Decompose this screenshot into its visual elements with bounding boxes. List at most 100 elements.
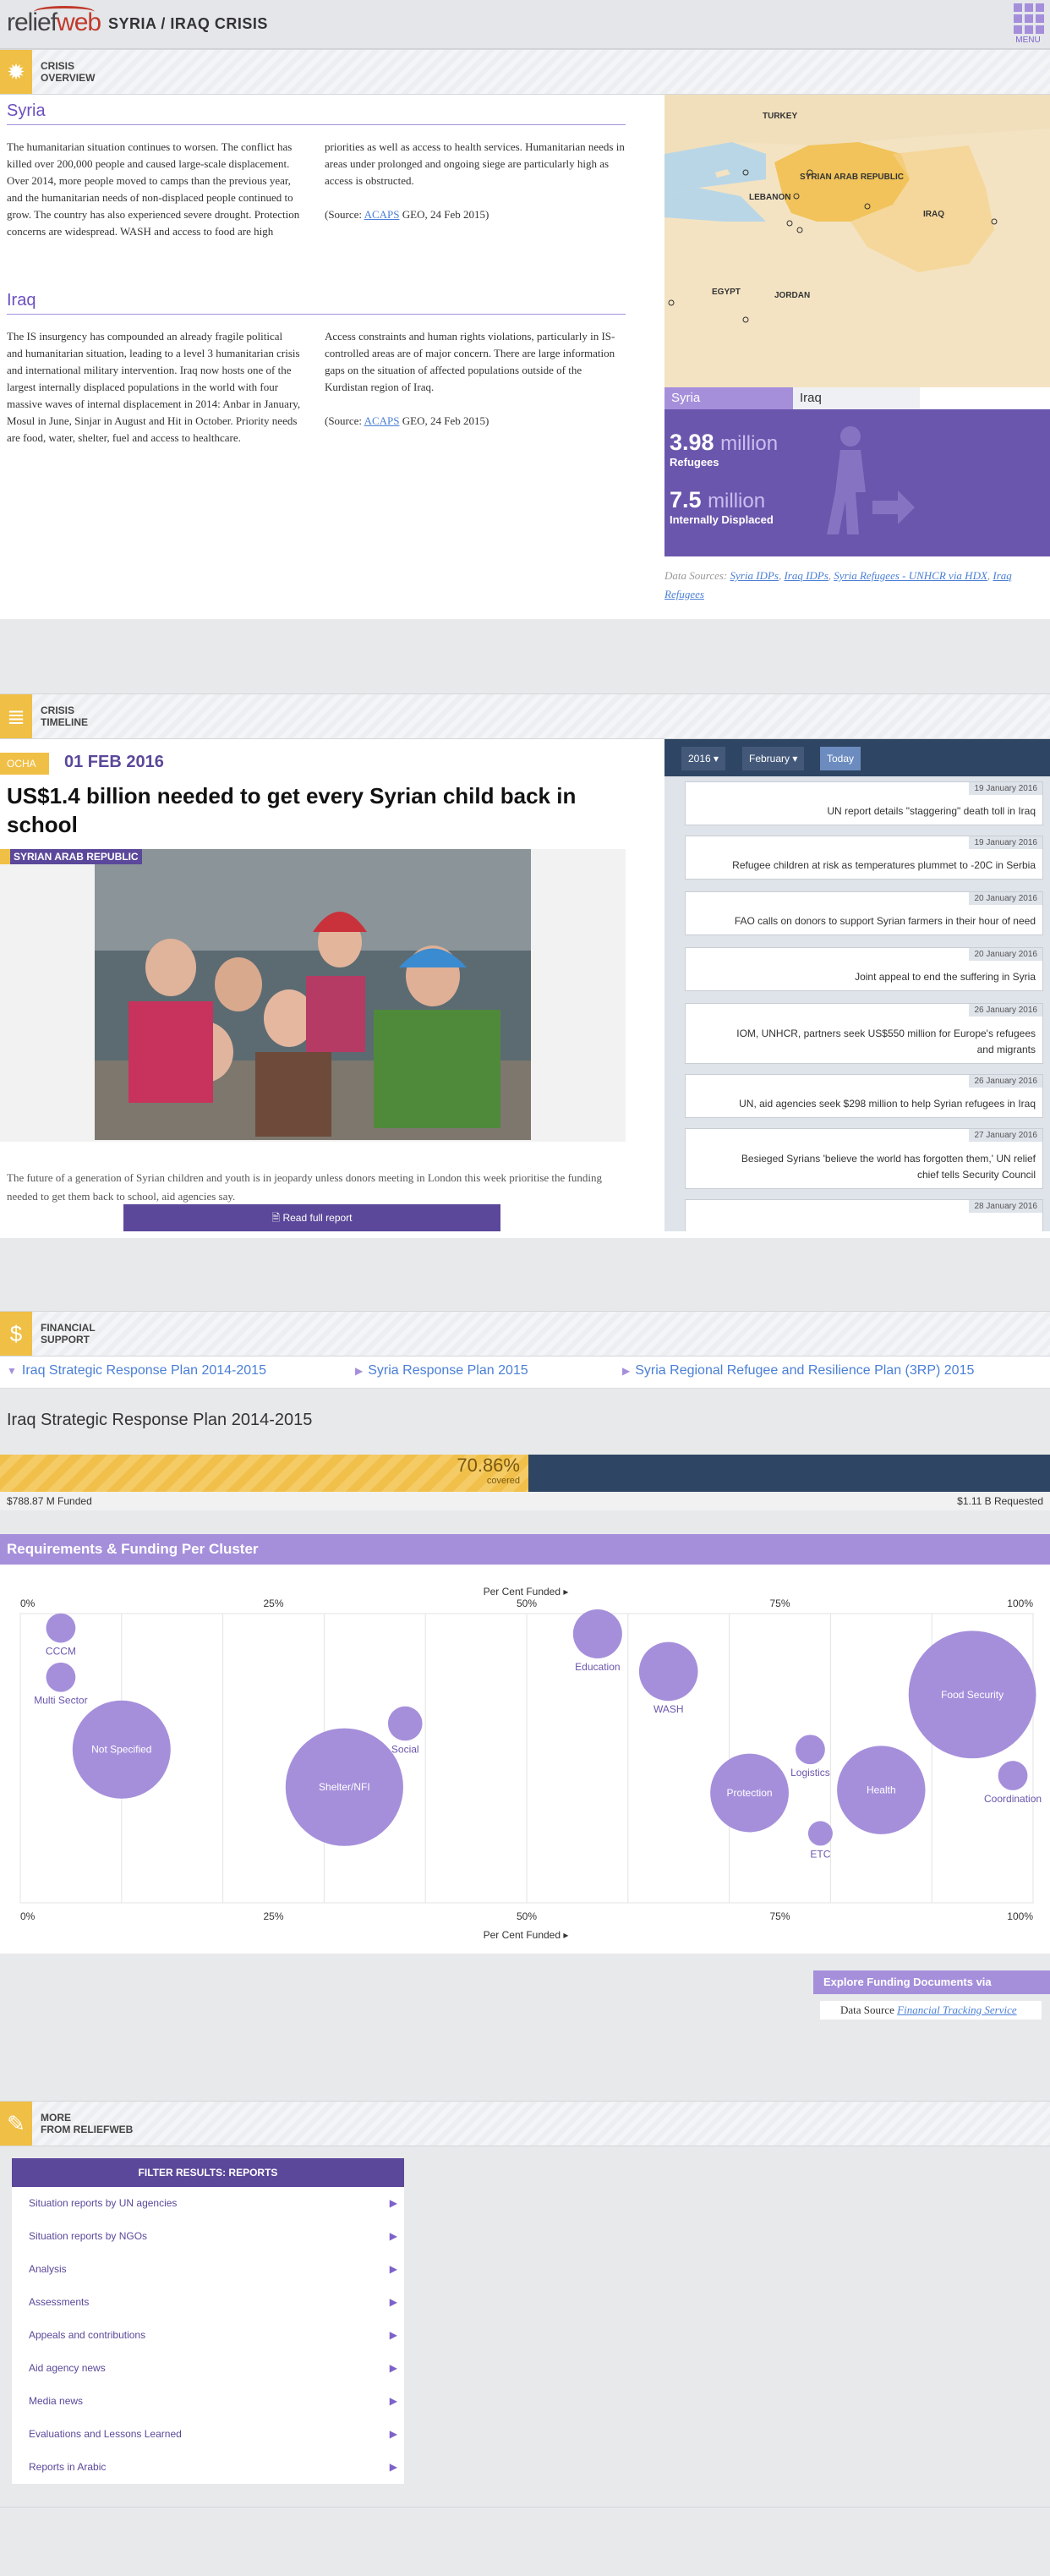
children-photo[interactable] [95,849,531,1140]
filter-item[interactable]: Appeals and contributions ▶ [12,2319,404,2352]
filter-item[interactable]: Analysis ▶ [12,2253,404,2286]
tab-iraq-srp[interactable]: ▼ Iraq Strategic Response Plan 2014-2015 [7,1363,266,1378]
requested-amount: $1.11 B Requested [957,1495,1043,1507]
list-icon: ≣ [0,694,32,738]
timeline-item[interactable]: 20 January 2016 FAO calls on donors to su… [685,891,1043,935]
iraq-heading: Iraq [7,291,626,315]
bubble-label: Protection [727,1787,773,1799]
photo-graphic [95,849,531,1140]
iraq-acaps-link[interactable]: ACAPS [364,414,400,427]
region-map[interactable]: TURKEY SYRIAN ARAB REPUBLIC LEBANON IRAQ… [664,95,1050,387]
tab-iraq[interactable]: Iraq [793,387,920,409]
cluster-bubble-chart: Per Cent Funded ▸ Per Cent Funded ▸ 0% 0% 25… [0,1565,1050,1954]
funding-labels: $788.87 M Funded $1.11 B Requested [0,1492,1050,1510]
x-tick-label-top: 75% [769,1598,790,1609]
bubble-label: Logistics [790,1767,830,1779]
map-graphic [664,95,1050,387]
bubble-wash [638,1642,698,1702]
bubble-label: Education [575,1661,620,1673]
timeline-item[interactable]: 19 January 2016 Refugee children at risk … [685,836,1043,880]
timeline-item[interactable]: 28 January 2016 [685,1199,1043,1231]
bubble-label: Shelter/NFI [319,1781,370,1793]
map-label-syria: SYRIAN ARAB REPUBLIC [800,173,904,182]
syria-heading: Syria [7,101,626,125]
syria-text-col2: priorities as well as access to health s… [325,140,625,221]
timeline-item[interactable]: 19 January 2016 UN report details "stagge… [685,781,1043,825]
filter-item[interactable]: Situation reports by NGOs ▶ [12,2220,404,2253]
data-sources: Data Sources: Syria IDPs, Iraq IDPs, Syr… [664,569,1012,600]
timeline-controls: 2016 ▾ February ▾ Today [664,739,1050,776]
source-syria-idps[interactable]: Syria IDPs [730,569,779,582]
filter-item[interactable]: Media news ▶ [12,2385,404,2418]
arrow-right-icon: ▶ [389,2461,397,2473]
explore-funding-button[interactable]: Explore Funding Documents via ReliefWeb [813,1970,1050,2012]
site-title[interactable]: SYRIA / IRAQ CRISIS [108,15,268,33]
x-tick-label-top: 25% [263,1598,283,1609]
source-syria-refugees[interactable]: Syria Refugees - UNHCR via HDX [834,569,987,582]
filter-item[interactable]: Assessments ▶ [12,2286,404,2319]
month-select[interactable]: February ▾ [742,747,805,770]
reliefweb-logo[interactable]: reliefweb [7,8,101,37]
timeline-list[interactable]: 2016 ▾ February ▾ Today 19 January 2016 U… [664,739,1050,1231]
fts-link[interactable]: Financial Tracking Service [897,2003,1017,2016]
refugees-stat: 3.98 million Refugees [670,430,779,469]
timeline-item[interactable]: 26 January 2016 UN, aid agencies seek $29… [685,1074,1043,1118]
x-tick-label-bottom: 25% [263,1910,283,1922]
bubble-label: CCCM [46,1646,76,1658]
x-tick-label-bottom: 75% [769,1910,790,1922]
x-tick-label-top: 50% [517,1598,537,1609]
syria-overview: Syria [7,101,626,125]
syria-acaps-link[interactable]: ACAPS [364,208,400,221]
x-tick-label-bottom: 0% [20,1910,36,1922]
timeline-date: 01 FEB 2016 [64,753,164,771]
bubble-education [572,1609,622,1658]
tab-syria-rp[interactable]: ▶ Syria Response Plan 2015 [355,1363,528,1378]
timeline-headline[interactable]: US$1.4 billion needed to get every Syria… [7,781,599,839]
sun-icon: ✹ [0,50,32,94]
document-icon: 🗎 [271,1212,281,1224]
overview-section-header: ✹ CRISIS OVERVIEW [0,49,1050,95]
funded-amount: $788.87 M Funded [7,1495,92,1507]
bubble-label: WASH [654,1703,684,1715]
arrow-right-icon: ▶ [389,2329,397,2341]
bubble-label: Multi Sector [34,1695,87,1707]
x-tick-label-bottom: 100% [1007,1910,1033,1922]
financial-section-title: FINANCIAL SUPPORT [41,1322,96,1346]
arrow-right-icon: ▶ [389,2197,397,2209]
plan-title: Iraq Strategic Response Plan 2014-2015 [7,1411,313,1429]
logo-relief: relief [7,8,57,36]
map-label-egypt: EGYPT [712,288,741,297]
filter-item[interactable]: Evaluations and Lessons Learned ▶ [12,2418,404,2451]
timeline-item[interactable]: 20 January 2016 Joint appeal to end the s… [685,947,1043,991]
filter-item[interactable]: Reports in Arabic ▶ [12,2451,404,2484]
plan-tabs: ▼ Iraq Strategic Response Plan 2014-2015 … [0,1357,1050,1389]
menu-button[interactable]: MENU [1011,3,1045,46]
bubble-label: Health [867,1784,896,1796]
bubble-label: ETC [810,1848,830,1860]
bubble-label: Coordination [984,1793,1042,1805]
bubble-label: Social [391,1743,419,1755]
bubble-coordination [998,1761,1028,1790]
pencil-document-icon: ✎ [0,2102,32,2146]
filter-item[interactable]: Situation reports by UN agencies ▶ [12,2187,404,2220]
country-tag[interactable]: SYRIAN ARAB REPUBLIC [0,849,142,864]
source-tag: OCHA [0,753,49,775]
menu-grid-icon [1014,3,1045,34]
year-select[interactable]: 2016 ▾ [681,747,726,770]
timeline-item[interactable]: 26 January 2016 IOM, UNHCR, partners seek… [685,1003,1043,1064]
timeline-section-header: ≣ CRISIS TIMELINE [0,693,1050,739]
map-label-iraq: IRAQ [923,210,944,219]
iraq-overview: Iraq [7,291,626,315]
today-button[interactable]: Today [820,747,861,770]
arrow-right-icon: ▶ [389,2362,397,2374]
source-iraq-idps[interactable]: Iraq IDPs [784,569,828,582]
filter-item[interactable]: Aid agency news ▶ [12,2352,404,2385]
tab-syria-3rp[interactable]: ▶ Syria Regional Refugee and Resilience P… [622,1363,974,1378]
read-full-report-button[interactable]: 🗎 Read full report [123,1204,500,1231]
bubble-multi-sector [46,1662,76,1692]
tab-syria[interactable]: Syria [664,387,793,409]
arrow-right-icon: ▶ [389,2428,397,2440]
bubble-chart-svg: Per Cent Funded ▸ Per Cent Funded ▸ 0% 0% 25… [19,1586,1042,1941]
x-tick-label-top: 0% [20,1598,36,1609]
timeline-item[interactable]: 27 January 2016 Besieged Syrians 'believe… [685,1128,1043,1189]
